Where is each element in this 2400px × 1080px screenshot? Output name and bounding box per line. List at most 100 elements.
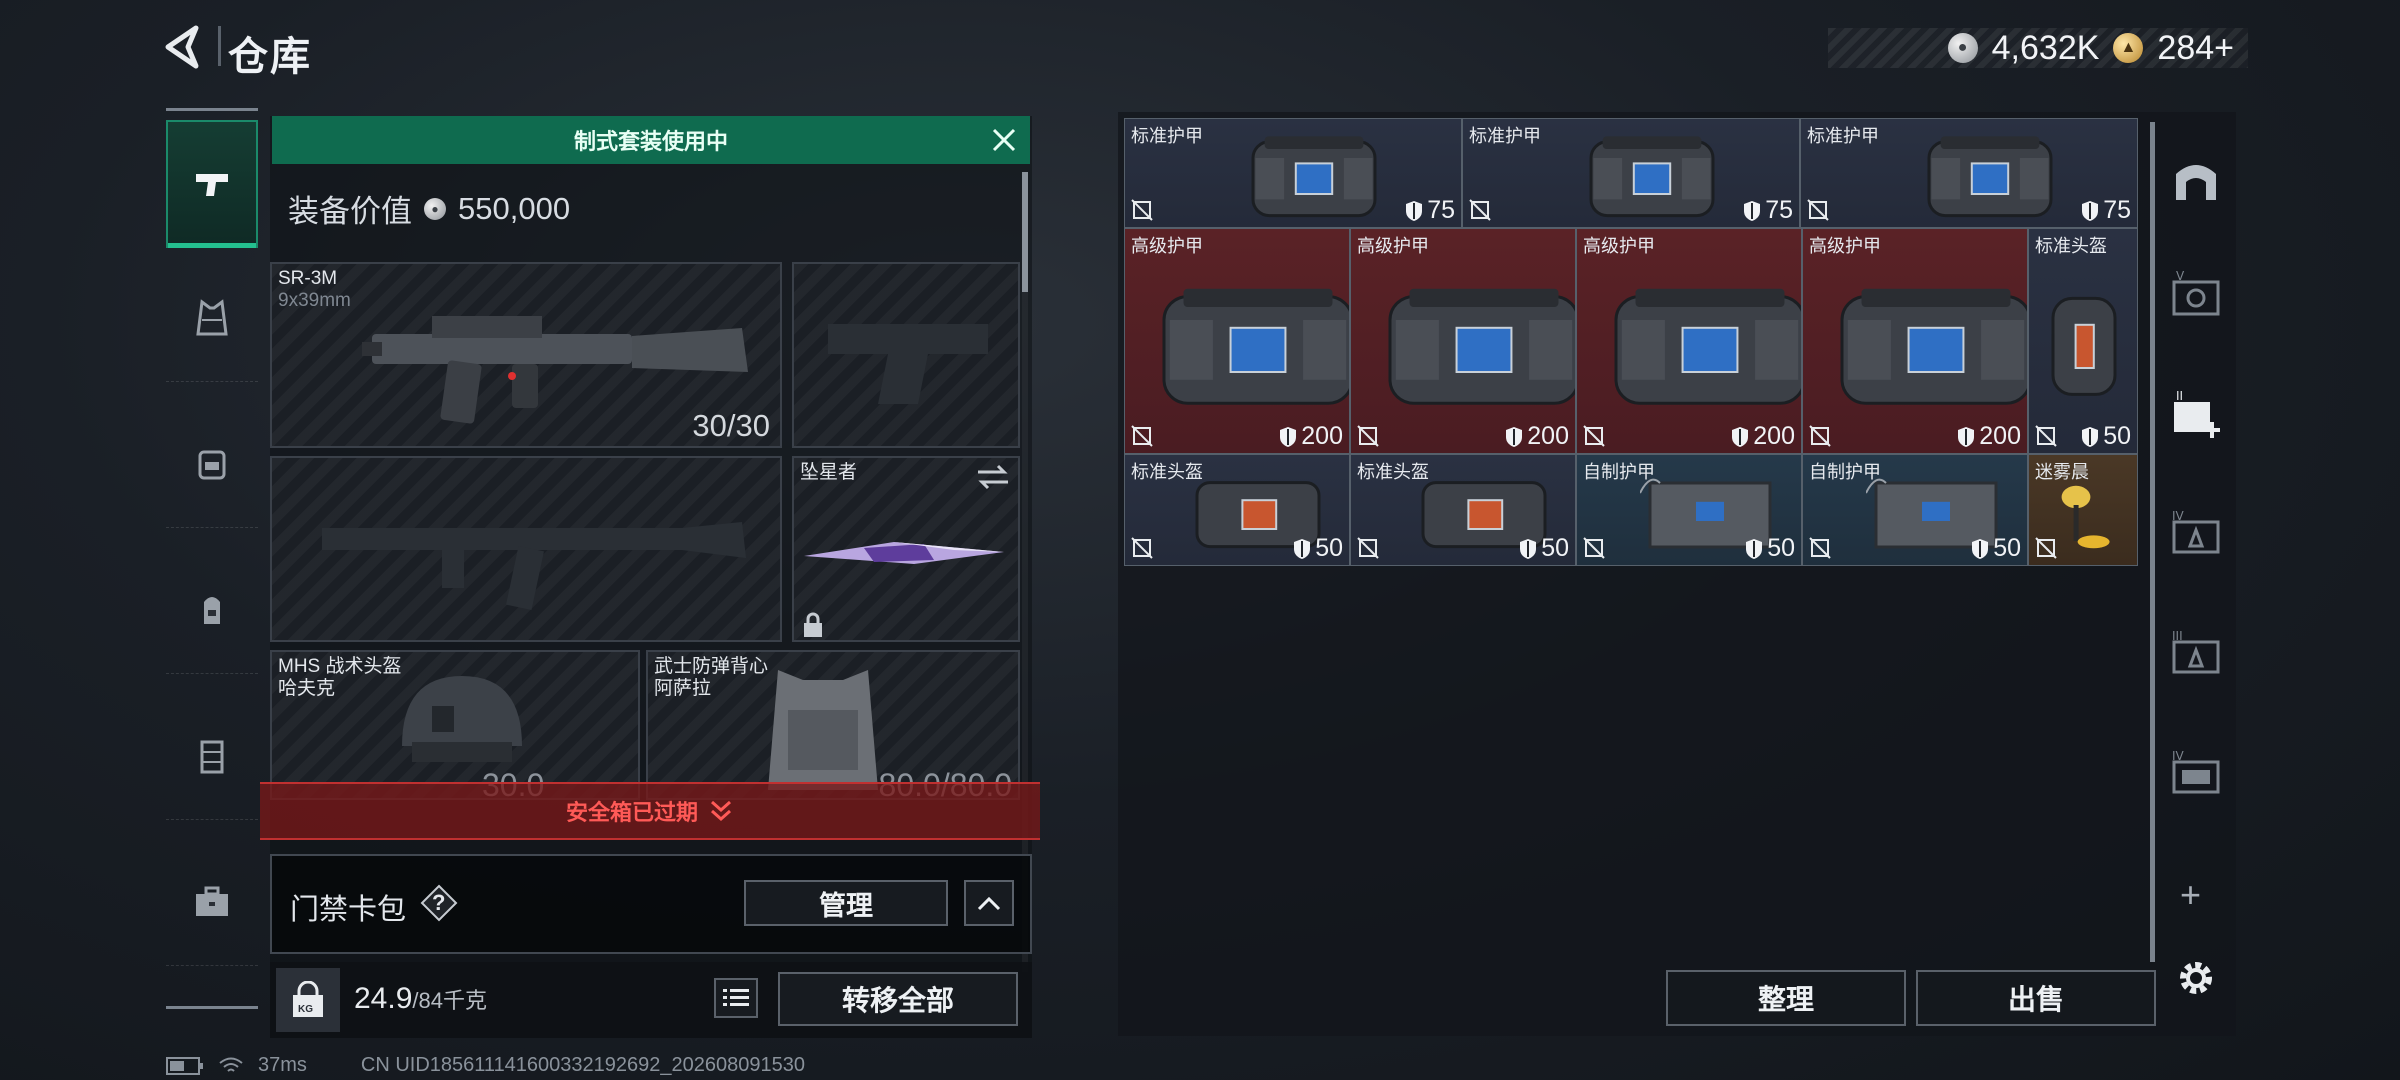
storage-item[interactable]: 自制护甲 50 [1802, 454, 2028, 566]
item-durability-value: 200 [1527, 422, 1569, 450]
swap-icon[interactable] [976, 464, 1010, 490]
weapon-ammo-count: 30/30 [692, 408, 770, 443]
silver-coin-icon: ● [1947, 33, 1978, 63]
armor-slot[interactable]: 武士防弹背心 阿萨拉 80.0/80.0 [646, 650, 1020, 800]
chevron-up-icon [977, 896, 1001, 911]
item-name: 标准头盔 [1131, 462, 1203, 482]
chest-rig-icon [198, 450, 226, 479]
item-durability: 75 [1743, 196, 1793, 225]
keycard-pack-label: 门禁卡包 [290, 894, 407, 926]
collapse-button[interactable] [964, 880, 1014, 926]
item-durability-value: 200 [1301, 422, 1343, 450]
armor-big-image [1614, 288, 1801, 405]
storage-tab-folder-icon[interactable]: IV [2168, 748, 2224, 804]
page-title: 仓库 [228, 35, 312, 79]
storage-tab-3-icon[interactable]: III [2168, 628, 2224, 684]
rail-bottom-line [166, 1006, 258, 1009]
item-name: 迷雾晨 [2035, 462, 2089, 482]
item-durability: 50 [1745, 534, 1795, 563]
storage-tab-4-icon[interactable]: IV [2168, 508, 2224, 564]
item-durability: 200 [1505, 422, 1569, 451]
item-name: 标准护甲 [1131, 126, 1203, 146]
weight-lock-button[interactable]: KG [276, 968, 340, 1032]
rail-item-vest[interactable] [166, 254, 258, 382]
back-button[interactable] [160, 22, 210, 72]
rail-item-backpack[interactable] [166, 546, 258, 674]
pistol-slot[interactable] [792, 262, 1020, 448]
shield-icon [1506, 426, 1523, 447]
equipment-value-row: 装备价值 ● 550,000 [288, 186, 570, 231]
storage-item[interactable]: 标准护甲 75 [1800, 118, 2138, 228]
rail-item-safebox[interactable] [166, 692, 258, 820]
helmet-name-block: MHS 战术头盔 哈夫克 [278, 656, 402, 700]
sell-button[interactable]: 出售 [1916, 970, 2156, 1026]
armor-big-image [1388, 288, 1575, 405]
rifle-silhouette-icon [322, 522, 746, 611]
storage-item[interactable]: 高级护甲 200 [1802, 228, 2028, 454]
armor-big-image [1840, 288, 2027, 405]
storage-item[interactable]: 标准头盔 50 [1350, 454, 1576, 566]
shield-icon [1280, 426, 1297, 447]
backpack-icon [204, 596, 220, 624]
carry-weight-max: /84千克 [412, 988, 487, 1013]
add-tab-button[interactable]: + [2180, 874, 2201, 916]
armor-big-image [1162, 288, 1349, 405]
close-icon[interactable] [988, 124, 1020, 156]
safebox-expired-text: 安全箱已过期 [565, 800, 698, 825]
storage-item[interactable]: 高级护甲 200 [1350, 228, 1576, 454]
no-insurance-icon [1131, 199, 1153, 221]
list-view-button[interactable] [714, 978, 758, 1018]
shield-icon [1744, 200, 1761, 221]
keycard-pack-section: 门禁卡包 ? 管理 [270, 854, 1032, 954]
loadout-scrollbar[interactable] [1022, 172, 1028, 972]
arch-icon[interactable] [2168, 152, 2224, 208]
transfer-all-button[interactable]: 转移全部 [778, 972, 1018, 1026]
double-chevron-down-icon [711, 800, 731, 822]
storage-item[interactable]: 迷雾晨 [2028, 454, 2138, 566]
add-storage-icon[interactable]: II [2168, 388, 2224, 444]
shield-icon [1406, 200, 1423, 221]
vest-icon [196, 298, 228, 335]
manage-button[interactable]: 管理 [744, 880, 948, 926]
shield-icon [2082, 200, 2099, 221]
status-bar: 37ms CN UID1856111416003321926​92_202608… [166, 1054, 805, 1077]
rail-item-briefcase[interactable] [166, 838, 258, 966]
equipment-value: 550,000 [458, 190, 571, 226]
storage-item[interactable]: 标准护甲 75 [1124, 118, 1462, 228]
battery-icon [166, 1056, 203, 1075]
item-durability-value: 200 [1753, 422, 1795, 450]
item-name: 自制护甲 [1583, 462, 1655, 482]
currency-bar[interactable]: ● 4,632K ▲ 284+ [1828, 28, 2248, 68]
no-insurance-icon [1809, 537, 1831, 559]
safebox-expired-bar[interactable]: 安全箱已过期 [260, 782, 1040, 840]
storage-item[interactable]: 自制护甲 50 [1576, 454, 1802, 566]
rail-item-weapons[interactable] [166, 120, 258, 248]
armor-brand: 阿萨拉 [654, 678, 712, 699]
kg-tag: KG [298, 1004, 313, 1015]
item-durability: 50 [1293, 534, 1343, 563]
primary-weapon-slot[interactable]: SR-3M 9x39mm 30/30 [270, 262, 782, 448]
storage-item[interactable]: 标准头盔 50 [2028, 228, 2138, 454]
storage-item[interactable]: 高级护甲 200 [1576, 228, 1802, 454]
storage-item[interactable]: 高级护甲 200 [1124, 228, 1350, 454]
rail-top-line [166, 108, 258, 111]
secondary-weapon-slot[interactable] [270, 456, 782, 642]
help-button[interactable]: ? [420, 884, 458, 922]
item-durability: 75 [2081, 196, 2131, 225]
carry-weight-value: 24.9 [354, 982, 413, 1015]
item-durability: 200 [1279, 422, 1343, 451]
rail-item-chest-rig[interactable] [166, 400, 258, 528]
settings-gear-icon[interactable] [2168, 950, 2224, 1006]
briefcase-icon [196, 886, 228, 916]
storage-tab-1-icon[interactable]: V [2168, 270, 2224, 326]
sort-button[interactable]: 整理 [1666, 970, 1906, 1026]
storage-item[interactable]: 标准头盔 50 [1124, 454, 1350, 566]
helmet-slot[interactable]: MHS 战术头盔 哈夫克 30.0 [270, 650, 640, 800]
storage-item[interactable]: 标准护甲 75 [1462, 118, 1800, 228]
no-insurance-icon [2035, 425, 2057, 447]
item-name: 高级护甲 [1583, 236, 1655, 256]
storage-scrollbar[interactable] [2150, 122, 2155, 962]
melee-slot[interactable]: 坠星者 [792, 456, 1020, 642]
loadout-scroll-thumb[interactable] [1022, 172, 1028, 292]
list-icon [723, 989, 749, 1006]
